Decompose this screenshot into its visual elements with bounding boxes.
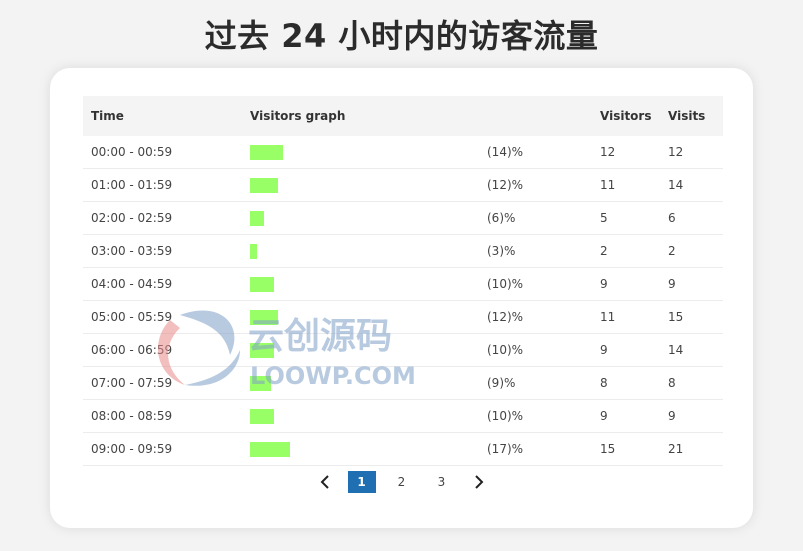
table-row: 01:00 - 01:59 (12)% 11 14 xyxy=(83,168,723,202)
page-2-button[interactable]: 2 xyxy=(388,471,416,493)
visitors-bar xyxy=(250,210,264,226)
row-visits: 12 xyxy=(660,136,723,169)
row-visitors-graph xyxy=(242,201,479,235)
table-row: 05:00 - 05:59 (12)% 11 15 xyxy=(83,300,723,334)
row-visitors-graph xyxy=(242,234,479,268)
row-visitors: 9 xyxy=(592,333,660,367)
row-visitors-graph xyxy=(242,366,479,400)
row-percent: (12)% xyxy=(479,168,592,202)
visitors-bar xyxy=(250,408,274,424)
row-time: 09:00 - 09:59 xyxy=(83,432,242,466)
chevron-right-icon xyxy=(474,475,483,489)
row-visitors-graph xyxy=(242,168,479,202)
chevron-left-icon xyxy=(320,475,329,489)
visitors-bar xyxy=(250,243,257,259)
table-row: 03:00 - 03:59 (3)% 2 2 xyxy=(83,234,723,268)
row-time: 01:00 - 01:59 xyxy=(83,168,242,202)
visitors-bar xyxy=(250,342,274,358)
row-percent: (10)% xyxy=(479,399,592,433)
row-visitors-graph xyxy=(242,267,479,301)
table-row: 07:00 - 07:59 (9)% 8 8 xyxy=(83,366,723,400)
row-percent: (3)% xyxy=(479,234,592,268)
row-percent: (6)% xyxy=(479,201,592,235)
row-visitors: 15 xyxy=(592,432,660,466)
visitor-traffic-card: Time Visitors graph Visitors Visits 00:0… xyxy=(50,68,753,528)
row-visitors: 12 xyxy=(592,136,660,169)
row-time: 04:00 - 04:59 xyxy=(83,267,242,301)
visitors-bar xyxy=(250,441,290,457)
row-visitors-graph xyxy=(242,333,479,367)
row-visits: 8 xyxy=(660,366,723,400)
header-visits: Visits xyxy=(660,96,723,136)
table-row: 00:00 - 00:59 (14)% 12 12 xyxy=(83,136,723,169)
table-header-row: Time Visitors graph Visitors Visits xyxy=(83,96,723,136)
header-time: Time xyxy=(83,96,242,136)
row-time: 06:00 - 06:59 xyxy=(83,333,242,367)
row-visits: 2 xyxy=(660,234,723,268)
row-time: 08:00 - 08:59 xyxy=(83,399,242,433)
row-time: 05:00 - 05:59 xyxy=(83,300,242,334)
row-percent: (9)% xyxy=(479,366,592,400)
row-visitors-graph xyxy=(242,300,479,334)
row-visits: 15 xyxy=(660,300,723,334)
row-visits: 9 xyxy=(660,399,723,433)
row-visitors: 2 xyxy=(592,234,660,268)
row-percent: (10)% xyxy=(479,267,592,301)
row-visitors: 8 xyxy=(592,366,660,400)
row-visits: 21 xyxy=(660,432,723,466)
row-percent: (14)% xyxy=(479,136,592,169)
row-time: 02:00 - 02:59 xyxy=(83,201,242,235)
row-visitors: 5 xyxy=(592,201,660,235)
header-percent xyxy=(479,96,592,136)
pagination: 1 2 3 xyxy=(50,471,753,493)
header-visitors-graph: Visitors graph xyxy=(242,96,479,136)
header-visitors: Visitors xyxy=(592,96,660,136)
table-row: 06:00 - 06:59 (10)% 9 14 xyxy=(83,333,723,367)
page-1-button[interactable]: 1 xyxy=(347,471,376,493)
row-time: 03:00 - 03:59 xyxy=(83,234,242,268)
prev-page-button[interactable] xyxy=(314,471,336,493)
row-visitors: 11 xyxy=(592,168,660,202)
table-row: 02:00 - 02:59 (6)% 5 6 xyxy=(83,201,723,235)
table-body: 00:00 - 00:59 (14)% 12 12 01:00 - 01:59 (12)%… xyxy=(83,136,723,466)
row-visits: 9 xyxy=(660,267,723,301)
row-visitors-graph xyxy=(242,432,479,466)
row-visitors: 11 xyxy=(592,300,660,334)
row-visits: 14 xyxy=(660,168,723,202)
table-row: 04:00 - 04:59 (10)% 9 9 xyxy=(83,267,723,301)
visitors-bar xyxy=(250,177,278,193)
table-row: 08:00 - 08:59 (10)% 9 9 xyxy=(83,399,723,433)
row-percent: (12)% xyxy=(479,300,592,334)
visitors-bar xyxy=(250,309,278,325)
row-visitors: 9 xyxy=(592,399,660,433)
visitors-bar xyxy=(250,276,274,292)
row-visits: 14 xyxy=(660,333,723,367)
row-visitors-graph xyxy=(242,399,479,433)
row-time: 00:00 - 00:59 xyxy=(83,136,242,169)
row-visitors-graph xyxy=(242,136,479,169)
next-page-button[interactable] xyxy=(468,471,490,493)
row-percent: (10)% xyxy=(479,333,592,367)
row-visitors: 9 xyxy=(592,267,660,301)
visitors-table: Time Visitors graph Visitors Visits 00:0… xyxy=(83,96,723,466)
row-time: 07:00 - 07:59 xyxy=(83,366,242,400)
row-visits: 6 xyxy=(660,201,723,235)
row-percent: (17)% xyxy=(479,432,592,466)
table-row: 09:00 - 09:59 (17)% 15 21 xyxy=(83,432,723,466)
visitors-bar xyxy=(250,375,271,391)
page-3-button[interactable]: 3 xyxy=(428,471,456,493)
visitors-bar xyxy=(250,144,283,160)
page-title: 过去 24 小时内的访客流量 xyxy=(204,17,599,55)
